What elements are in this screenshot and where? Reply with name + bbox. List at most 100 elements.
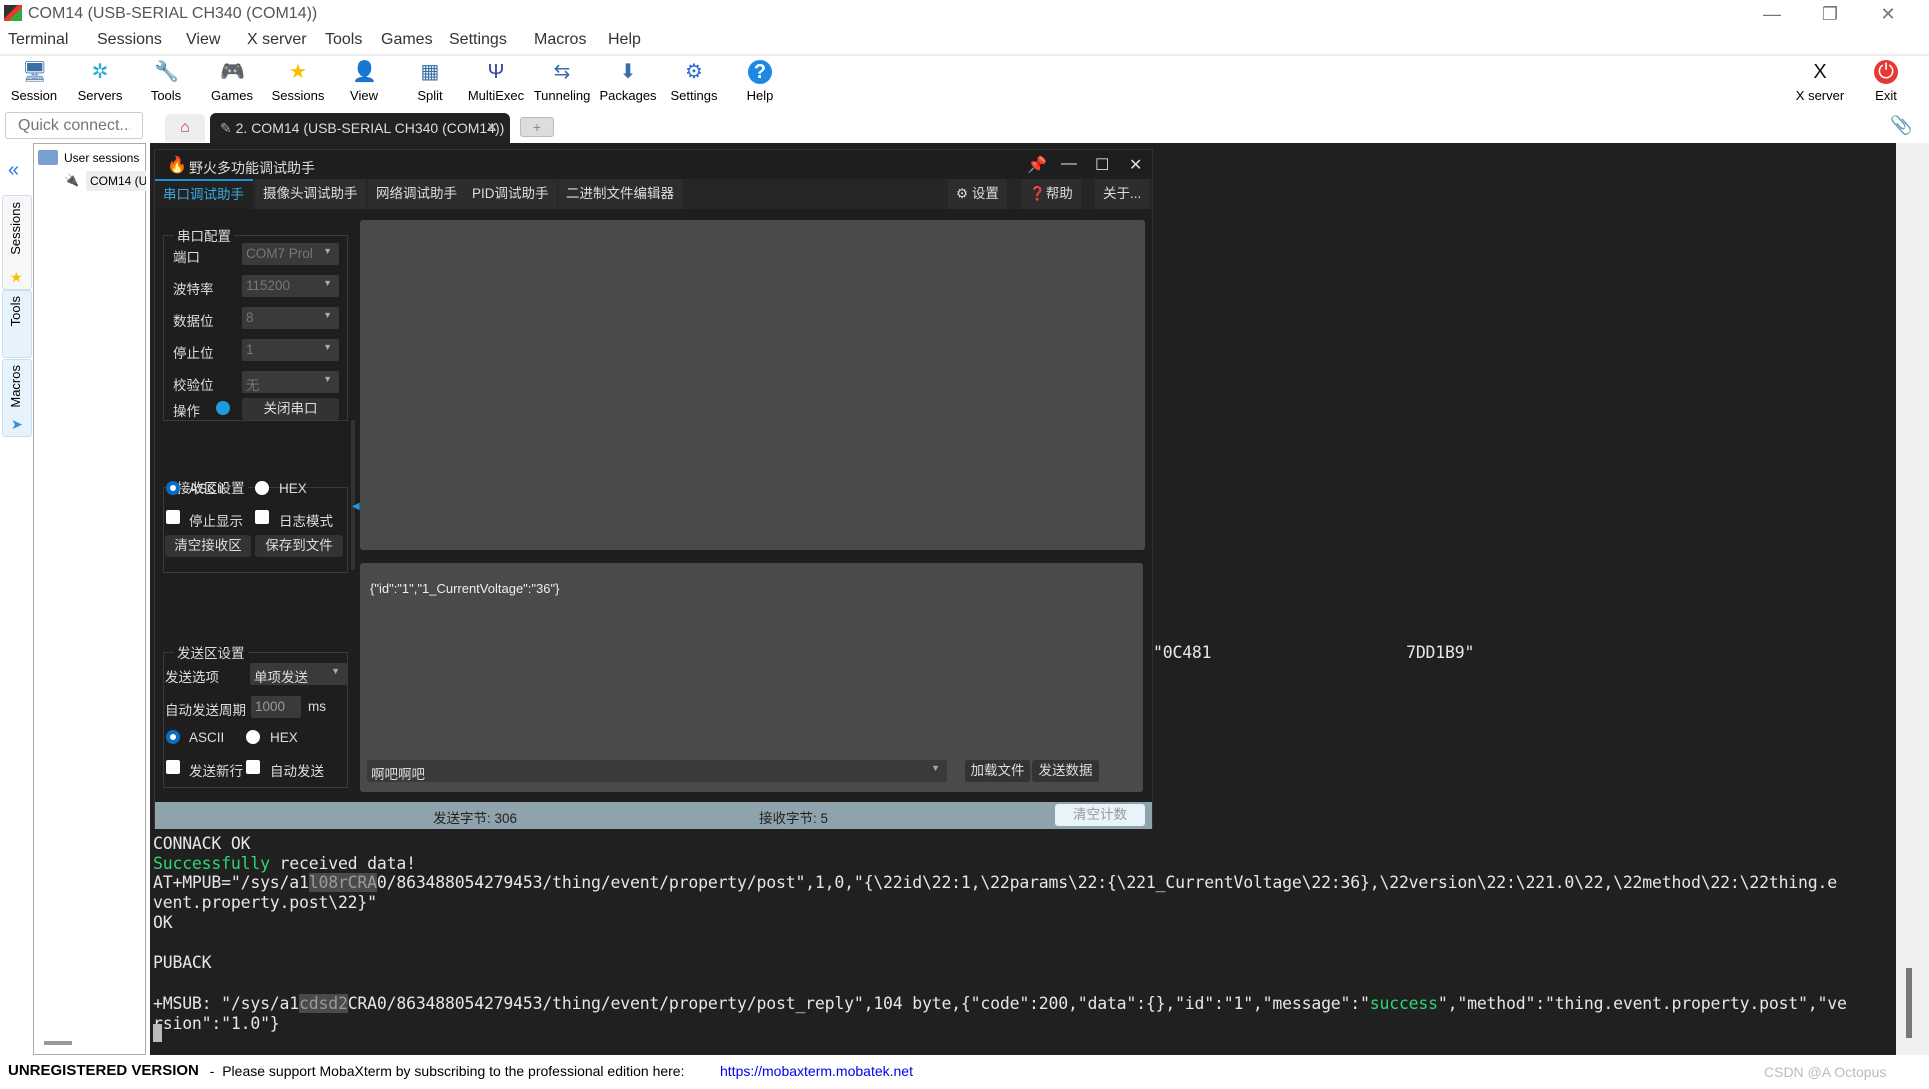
quick-connect-input[interactable] — [5, 112, 143, 139]
home-tab[interactable]: ⌂ — [165, 114, 205, 142]
left-panel-scrollbar[interactable] — [351, 420, 355, 570]
x-server-icon: X — [1813, 61, 1827, 83]
app-close-button[interactable]: ✕ — [1129, 155, 1142, 175]
toolbar-packages-button[interactable]: ⬇ Packages — [596, 58, 660, 103]
toolbar-help-button[interactable]: ? Help — [728, 58, 792, 103]
menu-macros[interactable]: Macros — [534, 31, 586, 49]
pin-icon[interactable]: 📌 — [1027, 155, 1047, 175]
watermark: CSDN @A Octopus — [1764, 1064, 1887, 1080]
close-port-button[interactable]: 关闭串口 — [242, 398, 339, 420]
side-tab-macros[interactable]: Macros ➤ — [2, 359, 32, 437]
tree-root-user-sessions[interactable]: User sessions — [64, 151, 139, 165]
collapse-arrow-icon[interactable]: ◀ — [352, 501, 360, 512]
toolbar-sessions-button[interactable]: ★ Sessions — [266, 58, 330, 103]
serial-field-label: 端口 — [173, 250, 200, 265]
auto-send-checkbox[interactable] — [246, 760, 260, 774]
tab-com14[interactable]: ✎ 2. COM14 (USB-SERIAL CH340 (COM14)) ✕ — [210, 113, 510, 144]
clear-count-button[interactable]: 清空计数 — [1055, 804, 1145, 826]
send-option-select[interactable]: 单项发送 ▼ — [250, 663, 347, 685]
settings-tab[interactable]: ⚙ 设置 — [948, 179, 1007, 209]
receive-area[interactable] — [360, 220, 1145, 550]
send-hex-radio[interactable] — [246, 730, 260, 744]
serial-field-value: 无 — [246, 378, 260, 393]
about-tab[interactable]: 关于... — [1095, 179, 1150, 209]
toolbar-exit-button[interactable]: ⏻ Exit — [1854, 58, 1918, 103]
paperclip-icon[interactable]: 📎 — [1890, 115, 1912, 136]
toolbar-tools-button[interactable]: 🔧 Tools — [134, 58, 198, 103]
load-file-button[interactable]: 加载文件 — [965, 760, 1030, 782]
send-history-select[interactable]: 啊吧啊吧 ▼ — [367, 760, 947, 782]
menu-sessions[interactable]: Sessions — [97, 31, 162, 49]
menu-games[interactable]: Games — [381, 31, 433, 49]
close-tab-icon[interactable]: ✕ — [486, 119, 498, 136]
serial-field-select[interactable]: 无 ▼ — [242, 371, 339, 393]
tab-camera[interactable]: 摄像头调试助手 — [255, 179, 366, 209]
menu-x-server[interactable]: X server — [247, 31, 307, 49]
recv-ascii-radio[interactable] — [166, 481, 180, 495]
send-newline-checkbox[interactable] — [166, 760, 180, 774]
side-tabs: « Sessions ★ Tools Macros ➤ — [0, 143, 32, 1055]
terminal-text: 0/863488054279453/thing/event/property/p… — [376, 873, 1837, 892]
send-ascii-radio[interactable] — [166, 730, 180, 744]
send-newline-label: 发送新行 — [189, 764, 243, 779]
toolbar-label: Tools — [150, 88, 182, 103]
mobatek-link[interactable]: https://mobaxterm.mobatek.net — [720, 1063, 913, 1079]
toolbar-x-server-button[interactable]: X X server — [1788, 58, 1852, 103]
serial-config-legend: 串口配置 — [177, 229, 231, 244]
terminal-scrollbar[interactable] — [1896, 143, 1929, 1055]
serial-field-select[interactable]: 8 ▼ — [242, 307, 339, 329]
toolbar-multiexec-button[interactable]: Ψ MultiExec — [464, 58, 528, 103]
restore-button[interactable]: ❐ — [1810, 2, 1850, 26]
new-tab-button[interactable]: + — [520, 117, 554, 137]
tab-binary-editor[interactable]: 二进制文件编辑器 — [558, 179, 682, 209]
app-maximize-button[interactable]: ☐ — [1095, 155, 1109, 175]
tab-row: ⌂ ✎ 2. COM14 (USB-SERIAL CH340 (COM14))✕… — [0, 110, 1929, 144]
collapse-icon[interactable]: « — [8, 159, 19, 182]
tab-serial[interactable]: 串口调试助手 — [155, 179, 253, 209]
serial-field-value: COM7 Prol — [246, 246, 313, 261]
horizontal-scrollbar[interactable] — [44, 1041, 72, 1045]
app-minimize-button[interactable]: — — [1061, 155, 1077, 173]
save-to-file-button[interactable]: 保存到文件 — [255, 535, 343, 557]
menu-help[interactable]: Help — [608, 31, 641, 49]
toolbar-games-button[interactable]: 🎮 Games — [200, 58, 264, 103]
scrollbar-thumb[interactable] — [1906, 968, 1912, 1038]
side-tab-tools[interactable]: Tools — [2, 290, 32, 358]
menu-view[interactable]: View — [186, 31, 220, 49]
view-icon: 👤 — [352, 61, 377, 83]
toolbar-view-button[interactable]: 👤 View — [332, 58, 396, 103]
send-data-button[interactable]: 发送数据 — [1032, 760, 1099, 782]
recv-hex-radio[interactable] — [255, 481, 269, 495]
serial-field-select[interactable]: COM7 Prol ▼ — [242, 243, 339, 265]
toolbar-label: Exit — [1875, 88, 1897, 103]
serial-field-label: 波特率 — [173, 282, 214, 297]
tab-network[interactable]: 网络调试助手 — [368, 179, 465, 209]
toolbar-settings-button[interactable]: ⚙ Settings — [662, 58, 726, 103]
menu-bar: Terminal Sessions View X server Tools Games Se… — [0, 29, 1929, 53]
terminal-text: OK — [153, 913, 173, 932]
clear-receive-button[interactable]: 清空接收区 — [165, 535, 251, 557]
power-icon: ⏻ — [1874, 60, 1898, 84]
help-tab[interactable]: ❓帮助 — [1021, 179, 1081, 209]
menu-terminal[interactable]: Terminal — [8, 31, 68, 49]
send-history-value: 啊吧啊吧 — [371, 767, 425, 782]
close-button[interactable]: ✕ — [1868, 2, 1908, 26]
stop-display-checkbox[interactable] — [166, 510, 180, 524]
log-mode-checkbox[interactable] — [255, 510, 269, 524]
menu-tools[interactable]: Tools — [325, 31, 362, 49]
toolbar-tunneling-button[interactable]: ⇆ Tunneling — [530, 58, 594, 103]
toolbar-session-button[interactable]: 🖥 Session — [2, 58, 66, 103]
status-bar: UNREGISTERED VERSION - Please support Mo… — [0, 1056, 1929, 1089]
menu-settings[interactable]: Settings — [449, 31, 507, 49]
tab-pid[interactable]: PID调试助手 — [464, 179, 557, 209]
side-tab-sessions[interactable]: Sessions ★ — [2, 195, 32, 290]
toolbar-split-button[interactable]: ▦ Split — [398, 58, 462, 103]
toolbar-servers-button[interactable]: ✲ Servers — [68, 58, 132, 103]
minimize-button[interactable]: — — [1752, 2, 1792, 26]
send-textarea[interactable]: {"id":"1","1_CurrentVoltage":"36"} — [370, 581, 559, 596]
tree-item-com14[interactable]: COM14 (USB-SERIAL CH340 (COM14)) — [86, 171, 146, 191]
auto-period-input[interactable]: 1000 — [251, 696, 301, 718]
serial-field-select[interactable]: 1 ▼ — [242, 339, 339, 361]
serial-field-select[interactable]: 115200 ▼ — [242, 275, 339, 297]
send-hex-label: HEX — [270, 730, 298, 745]
